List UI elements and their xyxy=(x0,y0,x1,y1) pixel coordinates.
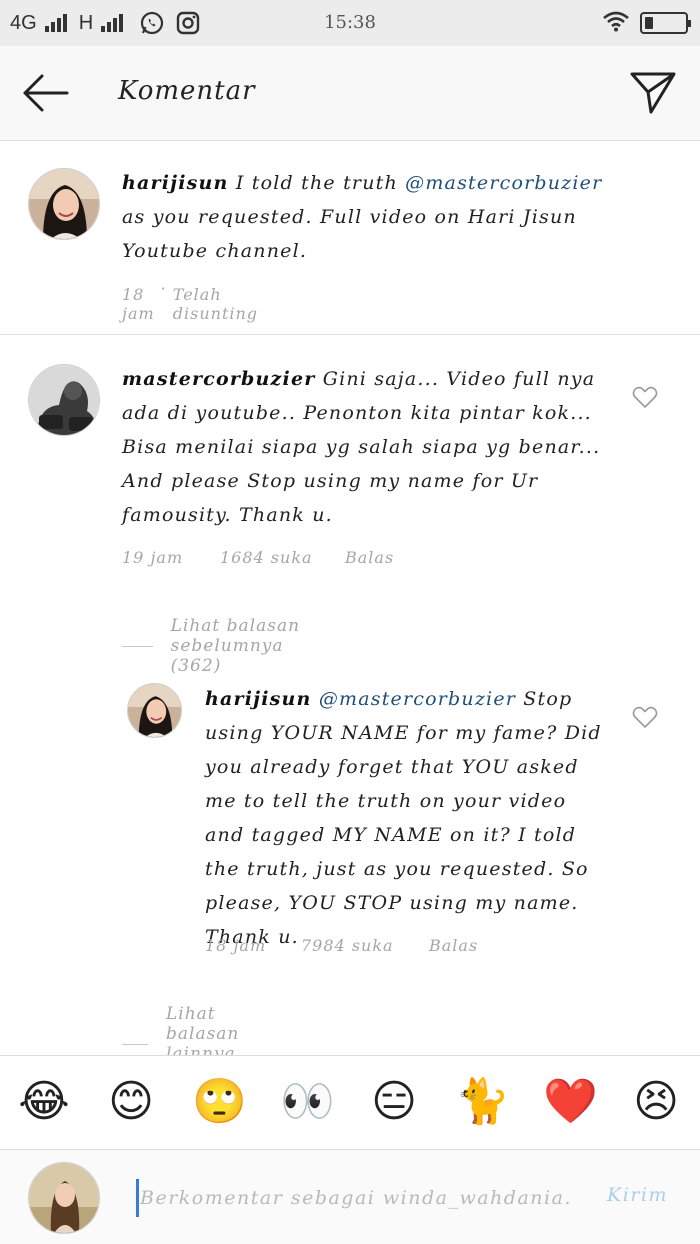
text-cursor xyxy=(136,1179,139,1217)
emoji-expressionless[interactable]: 😑 xyxy=(368,1076,420,1128)
like-button[interactable] xyxy=(632,705,660,731)
replies-line xyxy=(122,1043,148,1045)
header: Komentar xyxy=(0,46,700,141)
emoji-cat[interactable]: 🐈 xyxy=(455,1076,510,1128)
reply-button[interactable]: Balas xyxy=(345,548,394,567)
emoji-bar: 😂 😊 🙄 👀 😑 🐈 ❤️ 😣 xyxy=(0,1055,700,1150)
wifi-icon xyxy=(602,10,630,36)
comment-time: 18 jam xyxy=(205,936,267,955)
comment-meta-separator: · xyxy=(160,279,167,298)
back-button[interactable] xyxy=(18,70,72,116)
avatar[interactable] xyxy=(28,168,100,240)
avatar[interactable] xyxy=(28,364,100,436)
page-title: Komentar xyxy=(118,76,256,106)
arrow-left-icon xyxy=(23,74,69,112)
comment-body-continued: as you requested. Full video on Hari Jis… xyxy=(122,206,577,262)
comment-text: harijisun @mastercorbuzier Stop using YO… xyxy=(205,682,610,954)
comment-body: Gini saja... Video full nya ada di youtu… xyxy=(122,368,601,526)
comment-body: Stop using YOUR NAME for my fame? Did yo… xyxy=(205,688,602,948)
current-user-avatar xyxy=(28,1162,100,1234)
share-button[interactable] xyxy=(628,68,678,118)
emoji-tears-of-joy[interactable]: 😂 xyxy=(18,1076,70,1128)
edited-label: Telah disunting xyxy=(172,285,259,323)
comment-username[interactable]: harijisun xyxy=(122,172,229,194)
status-time: 15:38 xyxy=(324,12,376,33)
view-previous-replies-label: Lihat balasan sebelumnya (362) xyxy=(170,616,301,676)
reply-button[interactable]: Balas xyxy=(429,936,478,955)
comment-time: 18 jam xyxy=(122,285,155,323)
comment-text: mastercorbuzier Gini saja... Video full … xyxy=(122,362,608,532)
post-button[interactable]: Kirim xyxy=(607,1184,668,1206)
comment-input-bar: Kirim xyxy=(0,1150,700,1244)
comment-meta: 19 jam 1684 suka Balas xyxy=(122,548,394,567)
like-button[interactable] xyxy=(632,385,660,411)
comment-text: harijisun I told the truth @mastercorbuz… xyxy=(122,166,622,268)
heart-icon xyxy=(632,386,658,408)
comment-username[interactable]: harijisun xyxy=(205,688,312,710)
status-bar: 4G H 15:38 xyxy=(0,0,700,46)
comment-time: 19 jam xyxy=(122,548,184,567)
heart-icon xyxy=(632,706,658,728)
status-right xyxy=(602,10,691,36)
emoji-eye-roll[interactable]: 🙄 xyxy=(192,1076,247,1128)
replies-line xyxy=(122,645,153,647)
view-previous-replies[interactable]: Lihat balasan sebelumnya (362) xyxy=(122,616,317,676)
emoji-smiling[interactable]: 😊 xyxy=(105,1076,157,1128)
comment-body: I told the truth xyxy=(228,172,406,194)
like-count[interactable]: 7984 suka xyxy=(301,936,429,955)
comment-mention[interactable]: @mastercorbuzier xyxy=(405,172,602,194)
battery-icon xyxy=(640,12,691,34)
emoji-eyes[interactable]: 👀 xyxy=(280,1076,335,1128)
like-count[interactable]: 1684 suka xyxy=(220,548,345,567)
emoji-heart[interactable]: ❤️ xyxy=(543,1076,598,1128)
comment-meta: 18 jam · Telah disunting xyxy=(122,279,259,323)
paper-plane-icon xyxy=(630,72,676,114)
avatar[interactable] xyxy=(127,683,182,738)
caption-divider xyxy=(0,334,700,335)
comment-mention[interactable]: @mastercorbuzier xyxy=(312,688,516,710)
comment-meta: 18 jam 7984 suka Balas xyxy=(205,936,478,955)
emoji-persevering[interactable]: 😣 xyxy=(630,1076,682,1128)
comment-input[interactable] xyxy=(140,1180,570,1216)
comment-username[interactable]: mastercorbuzier xyxy=(122,368,315,390)
